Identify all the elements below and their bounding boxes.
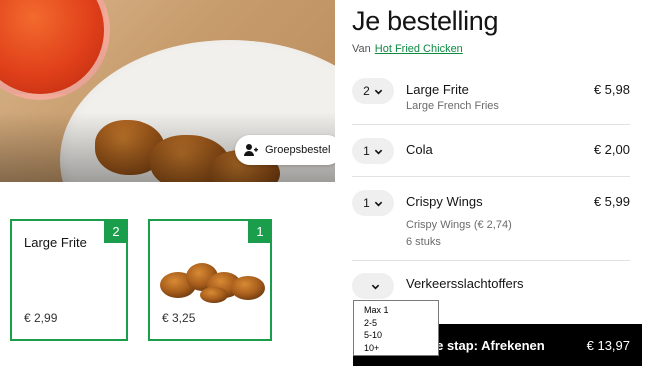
item-price: € 5,98 [593,82,630,97]
order-title: Je bestelling [352,6,499,36]
quantity-select[interactable] [352,273,394,299]
item-detail: 6 stuks [406,236,441,248]
divider [352,124,630,125]
chevron-down-icon [371,284,379,289]
quantity-value: 2 [363,84,370,98]
order-item-row: 2 Large Frite Large French Fries € 5,98 [352,78,630,118]
item-count-badge: 1 [248,219,272,243]
from-prefix: Van [352,43,371,55]
dropdown-option[interactable]: 2-5 [364,317,438,330]
dropdown-option[interactable]: Max 1 [364,304,438,317]
order-item-row: Verkeersslachtoffers [352,273,630,303]
item-count-badge: 2 [104,219,128,243]
group-order-button[interactable]: Groepsbestel [235,135,343,165]
chevron-down-icon [374,201,383,206]
item-price: € 2,00 [593,142,630,157]
order-item-row: 1 Cola € 2,00 [352,138,630,168]
dropdown-option[interactable]: 10+ [364,342,438,355]
quantity-value: 1 [363,196,370,210]
menu-item-price: € 3,25 [162,311,196,325]
menu-item-card[interactable]: 1 € 3,25 [148,219,272,341]
item-description: Large French Fries [406,100,499,112]
quantity-dropdown-list[interactable]: Max 1 2-5 5-10 10+ [353,300,439,356]
chevron-down-icon [374,149,383,154]
restaurant-line: Van Hot Fried Chicken [352,43,463,55]
divider [352,176,630,177]
item-name: Large Frite [406,82,469,97]
checkout-total: € 13,97 [586,337,630,353]
quantity-select[interactable]: 2 [352,78,394,104]
item-name: Verkeersslachtoffers [406,276,524,291]
item-price: € 5,99 [593,194,630,209]
item-description: Crispy Wings (€ 2,74) [406,219,512,231]
order-item-row: 1 Crispy Wings Crispy Wings (€ 2,74) 6 s… [352,190,630,250]
chevron-down-icon [374,89,383,94]
menu-item-title: Large Frite [24,235,87,250]
group-order-label: Groepsbestel [265,144,331,156]
item-name: Cola [406,142,433,157]
dropdown-option[interactable]: 5-10 [364,329,438,342]
restaurant-link[interactable]: Hot Fried Chicken [375,43,463,55]
quantity-select[interactable]: 1 [352,138,394,164]
chicken-wings-image [160,263,265,303]
menu-item-price: € 2,99 [24,311,58,325]
menu-item-card[interactable]: 2 Large Frite € 2,99 [10,219,128,341]
dip-sauce-bowl [0,0,110,100]
divider [352,260,630,261]
add-person-icon [244,144,258,156]
quantity-value: 1 [363,144,370,158]
item-name: Crispy Wings [406,194,483,209]
quantity-select[interactable]: 1 [352,190,394,216]
